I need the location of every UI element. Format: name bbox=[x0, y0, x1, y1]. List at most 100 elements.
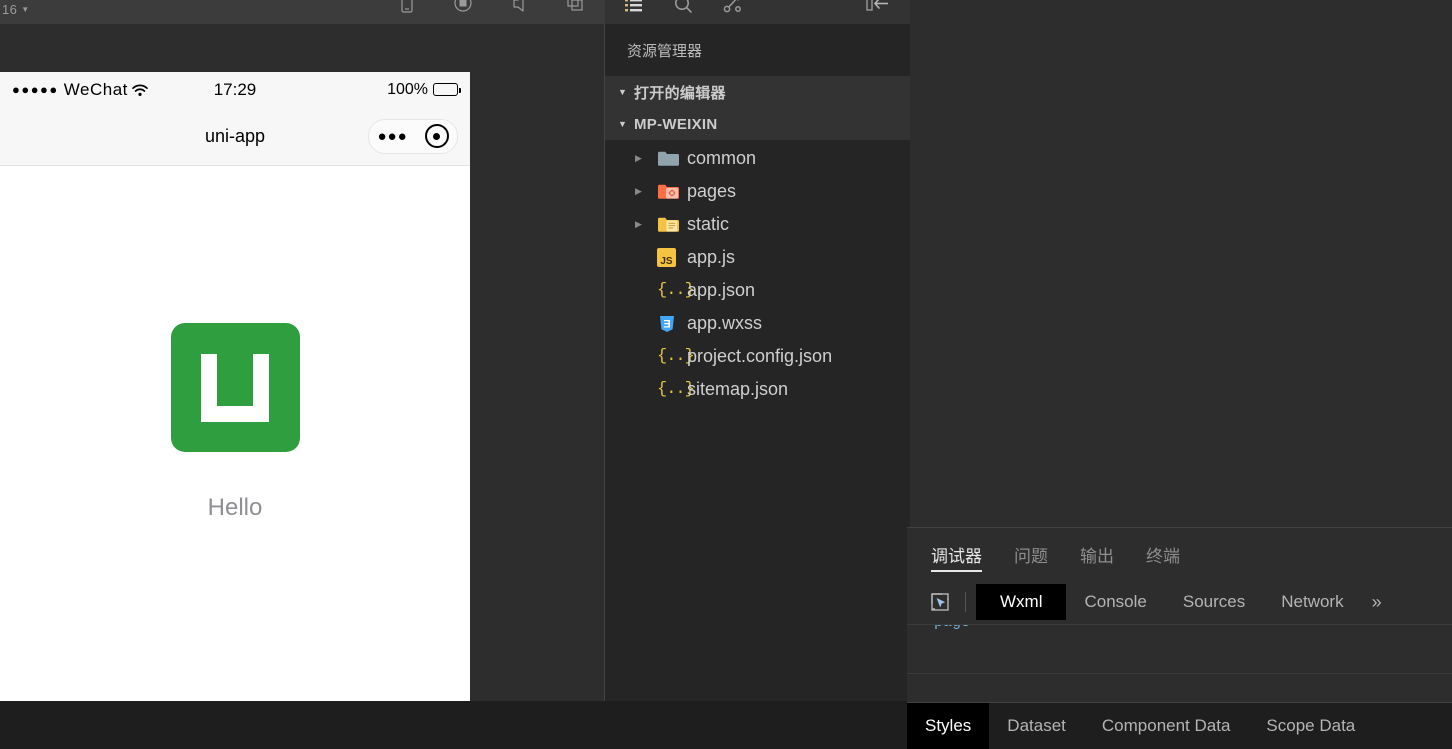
tab-terminal-label: 终端 bbox=[1146, 546, 1180, 566]
tree-row-app-js[interactable]: JS app.js bbox=[605, 241, 910, 274]
simulator-toolbar: 16 ▼ bbox=[0, 0, 605, 24]
greeting-text: Hello bbox=[207, 494, 263, 521]
status-bar-right: 100% bbox=[387, 80, 461, 99]
tree-row-app-json[interactable]: {..} app.json bbox=[605, 274, 910, 307]
tab-output[interactable]: 输出 bbox=[1080, 528, 1114, 580]
more-dots-icon[interactable]: ●●● bbox=[377, 129, 407, 144]
simulator-toolbar-icons bbox=[397, 0, 605, 24]
tree-row-pages[interactable]: ▶ pages bbox=[605, 175, 910, 208]
tab-debugger[interactable]: 调试器 bbox=[931, 528, 982, 580]
wxml-node-page[interactable]: <page> bbox=[925, 625, 979, 631]
tree-label: project.config.json bbox=[687, 346, 833, 366]
bottom-tab-styles-label: Styles bbox=[925, 716, 972, 735]
bottom-tab-scope-data-label: Scope Data bbox=[1266, 716, 1356, 735]
wxml-detail-blank bbox=[907, 674, 1452, 702]
chevron-down-icon[interactable]: ▼ bbox=[21, 5, 29, 14]
tree-label: pages bbox=[687, 181, 737, 201]
editor-empty-area bbox=[910, 0, 1452, 527]
tree-row-static[interactable]: ▶ static bbox=[605, 208, 910, 241]
json-file-icon: {..} bbox=[657, 281, 695, 300]
explorer-title: 资源管理器 bbox=[627, 42, 703, 60]
target-circle-icon[interactable] bbox=[424, 124, 449, 148]
subtab-network[interactable]: Network bbox=[1263, 587, 1361, 617]
tree-label: static bbox=[687, 214, 730, 234]
explorer-icon[interactable] bbox=[623, 0, 645, 24]
tree-label: app.js bbox=[687, 247, 736, 267]
folder-pages-icon bbox=[657, 182, 687, 201]
wxml-tree-view[interactable]: <page> bbox=[907, 625, 1452, 674]
inspect-element-icon[interactable] bbox=[925, 587, 955, 617]
subtab-sources[interactable]: Sources bbox=[1165, 587, 1263, 617]
explorer-sidebar: 资源管理器 ▼ 打开的编辑器 ▼ MP-WEIXIN ▶ common ▶ pa… bbox=[605, 24, 910, 701]
source-control-icon[interactable] bbox=[721, 0, 745, 24]
simulator-side-gutter bbox=[470, 24, 604, 701]
tab-debugger-label: 调试器 bbox=[931, 546, 982, 566]
tab-problems[interactable]: 问题 bbox=[1014, 528, 1048, 580]
section-open-editors-label: 打开的编辑器 bbox=[634, 84, 726, 102]
activity-bar bbox=[605, 0, 910, 24]
chevron-right-icon[interactable]: ▶ bbox=[635, 219, 657, 230]
chevron-down-icon: ▼ bbox=[618, 87, 628, 97]
folder-gray-icon bbox=[657, 149, 687, 168]
tree-row-sitemap-json[interactable]: {..} sitemap.json bbox=[605, 373, 910, 406]
subtab-wxml[interactable]: Wxml bbox=[976, 584, 1067, 620]
bottom-tab-component-data-label: Component Data bbox=[1101, 716, 1231, 735]
section-open-editors[interactable]: ▼ 打开的编辑器 bbox=[605, 76, 910, 108]
tree-row-common[interactable]: ▶ common bbox=[605, 142, 910, 175]
chevron-down-icon: ▼ bbox=[618, 119, 628, 129]
phone-screen: ●●●●● WeChat 17:29 100% uni-app ●●● Hell… bbox=[0, 72, 470, 701]
battery-percent-label: 100% bbox=[387, 80, 428, 98]
tree-label: common bbox=[687, 148, 757, 168]
svg-text:Ǝ: Ǝ bbox=[663, 318, 670, 330]
chevron-right-icon[interactable]: ▶ bbox=[635, 153, 657, 164]
tab-problems-label: 问题 bbox=[1014, 546, 1048, 566]
tree-label: app.wxss bbox=[687, 313, 763, 333]
wechat-capsule-button[interactable]: ●●● bbox=[368, 118, 458, 154]
devtools-subtoolbar: Wxml Console Sources Network » bbox=[907, 580, 1452, 625]
split-window-icon[interactable] bbox=[565, 0, 585, 24]
js-file-icon: JS bbox=[657, 248, 687, 267]
bottom-tab-component-data[interactable]: Component Data bbox=[1084, 703, 1249, 749]
phone-page-content: Hello bbox=[0, 166, 470, 701]
search-icon[interactable] bbox=[671, 0, 695, 24]
collapse-sidebar-icon[interactable] bbox=[864, 0, 910, 24]
css-file-icon: Ǝ bbox=[657, 314, 687, 334]
phone-nav-bar: uni-app ●●● bbox=[0, 107, 470, 166]
subtab-console[interactable]: Console bbox=[1066, 587, 1164, 617]
bottom-tab-dataset-label: Dataset bbox=[1007, 716, 1066, 735]
tree-label: app.json bbox=[687, 280, 756, 300]
device-phone-icon[interactable] bbox=[397, 0, 417, 24]
tab-output-label: 输出 bbox=[1080, 546, 1114, 566]
tree-row-project-config-json[interactable]: {..} project.config.json bbox=[605, 340, 910, 373]
devtools-bottom-tabs: Styles Dataset Component Data Scope Data bbox=[907, 702, 1452, 749]
folder-static-icon bbox=[657, 215, 687, 234]
simulator-device-label[interactable]: 16 bbox=[0, 2, 17, 17]
app-window: 16 ▼ ●●●●● WeChat 17:29 100% uni-app ●●●… bbox=[0, 0, 1452, 749]
json-file-icon: {..} bbox=[657, 347, 695, 366]
tree-label: sitemap.json bbox=[687, 379, 789, 399]
battery-full-icon bbox=[433, 83, 461, 96]
chevron-right-icon[interactable]: ▶ bbox=[635, 186, 657, 197]
record-stop-icon[interactable] bbox=[453, 0, 473, 24]
uni-app-logo-u-shape bbox=[201, 353, 269, 422]
tab-terminal[interactable]: 终端 bbox=[1146, 528, 1180, 580]
section-mp-weixin[interactable]: ▼ MP-WEIXIN bbox=[605, 108, 910, 140]
js-file-icon-label: JS bbox=[657, 248, 676, 267]
tree-row-app-wxss[interactable]: Ǝ app.wxss bbox=[605, 307, 910, 340]
phone-status-bar: ●●●●● WeChat 17:29 100% bbox=[0, 72, 470, 107]
uni-app-logo bbox=[170, 323, 300, 452]
simulator-top-gap bbox=[0, 24, 470, 72]
toolbar-divider bbox=[965, 592, 966, 612]
file-tree: ▶ common ▶ pages ▶ static JS app.js {..}… bbox=[605, 140, 910, 406]
devtools-panel-tabs: 调试器 问题 输出 终端 bbox=[907, 528, 1452, 580]
section-mp-weixin-label: MP-WEIXIN bbox=[634, 115, 718, 133]
bottom-tab-styles[interactable]: Styles bbox=[907, 703, 990, 749]
bottom-tab-dataset[interactable]: Dataset bbox=[989, 703, 1084, 749]
json-file-icon: {..} bbox=[657, 380, 695, 399]
bottom-tab-scope-data[interactable]: Scope Data bbox=[1248, 703, 1373, 749]
phone-simulator: ●●●●● WeChat 17:29 100% uni-app ●●● Hell… bbox=[0, 24, 470, 701]
activity-bar-icons bbox=[605, 0, 745, 24]
more-tabs-icon[interactable]: » bbox=[1362, 592, 1382, 613]
speaker-mute-icon[interactable] bbox=[509, 0, 529, 24]
devtools-panel: 调试器 问题 输出 终端 Wxml Console Sources Networ… bbox=[907, 527, 1452, 749]
